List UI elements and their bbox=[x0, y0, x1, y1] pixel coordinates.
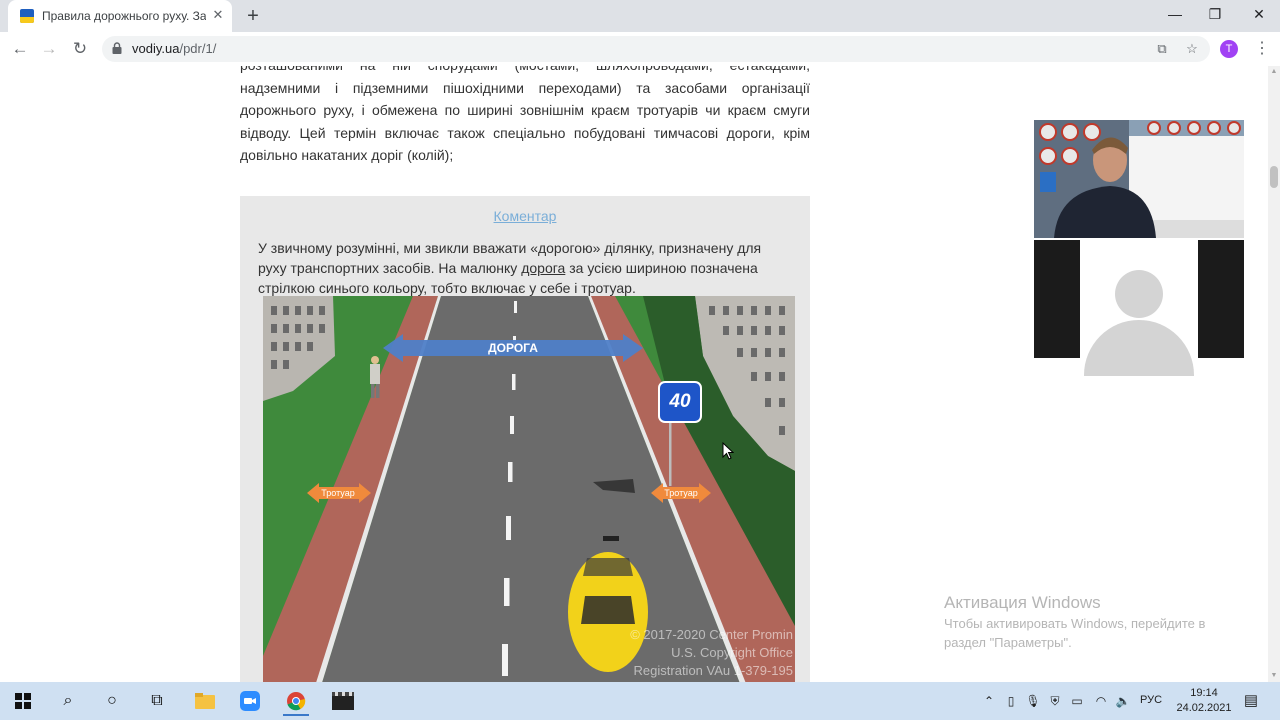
road-illustration: ДОРОГА Тротуар Тротуар 40 © 2017-2020 Ce… bbox=[263, 296, 795, 682]
browser-toolbar: ← → ↻ vodiy.ua/pdr/1/ ⧉ ☆ T ⋮ bbox=[0, 32, 1280, 67]
tray-expand-icon[interactable]: ⌃ bbox=[980, 692, 998, 710]
windows-start-icon[interactable] bbox=[10, 688, 36, 714]
mouse-cursor-icon bbox=[722, 442, 734, 460]
browser-tab[interactable]: Правила дорожнього руху. Заг ✕ bbox=[8, 0, 232, 32]
windows-activation-watermark: Активация Windows Чтобы активировать Win… bbox=[944, 593, 1206, 650]
search-icon[interactable]: ⌕ bbox=[55, 688, 81, 714]
close-window-button[interactable]: ✕ bbox=[1244, 4, 1274, 24]
road-arrow-label: ДОРОГА bbox=[488, 341, 538, 355]
video-participant-presenter[interactable] bbox=[1034, 120, 1244, 238]
placeholder-panel bbox=[1080, 240, 1198, 376]
defender-shield-icon[interactable]: ⛨ bbox=[1046, 692, 1064, 710]
minimize-button[interactable]: — bbox=[1160, 4, 1190, 24]
chrome-app-icon[interactable] bbox=[283, 688, 309, 716]
battery-icon[interactable]: ▭ bbox=[1068, 692, 1086, 710]
lock-icon bbox=[112, 42, 122, 54]
scroll-thumb[interactable] bbox=[1270, 166, 1278, 188]
windows-taskbar: ⌕ ○ ⧉ ⌃ ▯ 🎙 ⛨ ▭ ◠ 🔈 РУС 19:14 24.02.2021… bbox=[0, 682, 1280, 720]
system-clock[interactable]: 19:14 24.02.2021 bbox=[1174, 686, 1234, 716]
page-scrollbar[interactable]: ▲ ▼ bbox=[1268, 66, 1280, 682]
profile-avatar[interactable]: T bbox=[1220, 40, 1238, 58]
tab-title: Правила дорожнього руху. Заг bbox=[42, 9, 206, 23]
video-editor-icon[interactable] bbox=[330, 688, 356, 714]
comment-text: У звичному розумінні, ми звикли вважати … bbox=[258, 240, 762, 296]
speed-limit-sign: 40 bbox=[669, 391, 691, 412]
task-view-icon[interactable]: ⧉ bbox=[144, 688, 170, 714]
microphone-icon[interactable]: 🎙 bbox=[1024, 692, 1042, 710]
comment-box: Коментар У звичному розумінні, ми звикли… bbox=[240, 196, 810, 682]
illustration-copyright: © 2017-2020 Center Promin U.S. Copyright… bbox=[630, 627, 793, 678]
bookmark-star-icon[interactable]: ☆ bbox=[1182, 39, 1202, 59]
tab-strip: Правила дорожнього руху. Заг ✕ + — ❐ ✕ bbox=[0, 0, 1280, 32]
maximize-button[interactable]: ❐ bbox=[1200, 4, 1230, 24]
zoom-app-icon[interactable] bbox=[237, 688, 263, 714]
cortana-icon[interactable]: ○ bbox=[99, 688, 125, 714]
comment-link[interactable]: Коментар bbox=[240, 208, 810, 224]
reload-icon[interactable]: ↻ bbox=[69, 38, 91, 60]
close-tab-icon[interactable]: ✕ bbox=[210, 7, 226, 23]
menu-kebab-icon[interactable]: ⋮ bbox=[1252, 38, 1272, 60]
notifications-icon[interactable]: ▤ bbox=[1240, 690, 1262, 712]
avatar-placeholder-icon bbox=[1115, 270, 1163, 318]
wifi-icon[interactable]: ◠ bbox=[1092, 692, 1110, 710]
video-participant-placeholder[interactable] bbox=[1034, 240, 1244, 376]
language-indicator[interactable]: РУС bbox=[1140, 694, 1162, 706]
file-explorer-icon[interactable] bbox=[192, 688, 218, 714]
back-arrow-icon[interactable]: ← bbox=[9, 38, 31, 60]
presenter-video-frame bbox=[1034, 120, 1244, 238]
url-text: vodiy.ua/pdr/1/ bbox=[132, 41, 217, 56]
site-favicon-icon bbox=[20, 9, 34, 23]
definition-paragraph: розташованими на ній спорудами (мостами,… bbox=[240, 66, 810, 163]
scroll-up-icon[interactable]: ▲ bbox=[1268, 66, 1280, 78]
translate-icon[interactable]: ⧉ bbox=[1152, 39, 1172, 59]
tray-device-icon[interactable]: ▯ bbox=[1002, 692, 1020, 710]
sidewalk-left-label: Тротуар bbox=[321, 488, 355, 498]
volume-icon[interactable]: 🔈 bbox=[1114, 692, 1132, 710]
sidewalk-right-label: Тротуар bbox=[664, 488, 698, 498]
road-link[interactable]: дорога bbox=[521, 260, 565, 276]
article-text: розташованими на ній спорудами (мостами,… bbox=[240, 66, 810, 167]
new-tab-button[interactable]: + bbox=[242, 5, 264, 27]
forward-arrow-icon[interactable]: → bbox=[38, 38, 60, 60]
address-bar[interactable]: vodiy.ua/pdr/1/ ⧉ ☆ bbox=[102, 36, 1210, 62]
scroll-down-icon[interactable]: ▼ bbox=[1268, 670, 1280, 682]
